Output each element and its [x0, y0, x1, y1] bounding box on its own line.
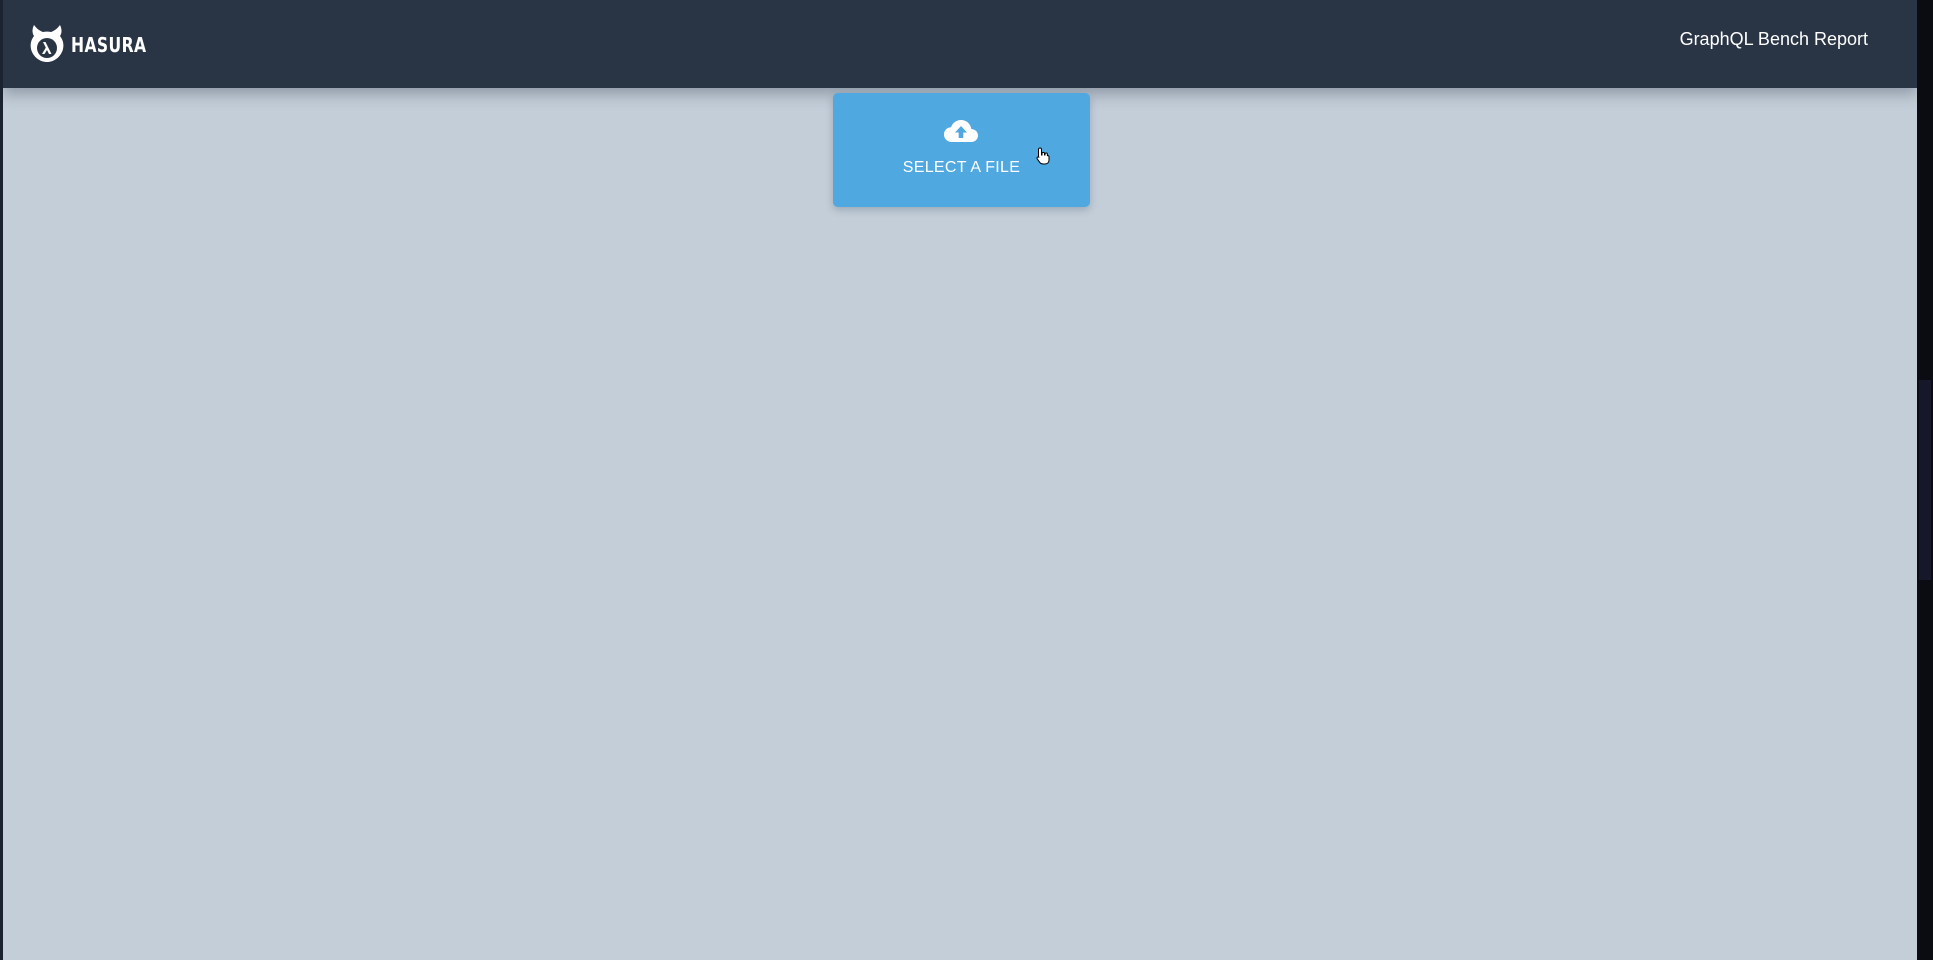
app-window: HASURA GraphQL Bench Report SELECT A FIL… [3, 0, 1917, 960]
desktop-background-strip [1919, 380, 1931, 580]
cloud-upload-icon [943, 119, 979, 143]
select-file-label: SELECT A FILE [902, 159, 1021, 176]
brand-name: HASURA [71, 33, 147, 57]
window-right-edge [1917, 0, 1933, 960]
hasura-logo-icon [29, 23, 65, 63]
top-navbar: HASURA GraphQL Bench Report [3, 0, 1917, 88]
page-title: GraphQL Bench Report [1679, 29, 1868, 49]
brand-logo[interactable]: HASURA [29, 22, 168, 64]
select-file-button[interactable]: SELECT A FILE [833, 93, 1090, 207]
hand-pointer-cursor-icon [1036, 147, 1050, 165]
